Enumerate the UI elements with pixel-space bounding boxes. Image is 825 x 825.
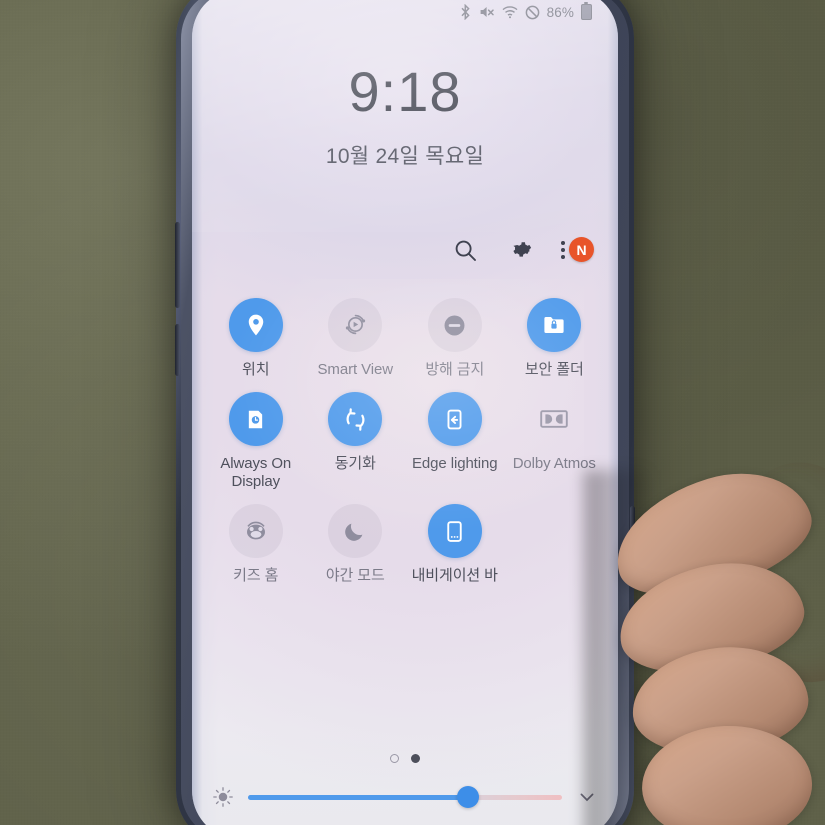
night-mode-icon (328, 504, 383, 559)
toggle-label: 내비게이션 바 (411, 567, 498, 585)
mute-icon (479, 4, 495, 20)
kebab-dots (561, 240, 565, 260)
dolby-atmos-icon (527, 392, 581, 446)
toggle-edge-lighting[interactable]: Edge lighting (405, 392, 505, 490)
toggle-kids-home[interactable]: 키즈 홈 (206, 504, 306, 584)
secure-folder-icon (527, 298, 582, 352)
toggle-navigation-bar[interactable]: 내비게이션 바 (405, 504, 505, 584)
toggle-label: 보안 폴더 (524, 361, 584, 378)
search-icon[interactable] (450, 235, 480, 265)
page-indicator (192, 754, 618, 763)
do-not-disturb-icon (525, 5, 540, 20)
toggle-label: 동기화 (334, 455, 376, 473)
toggle-do-not-disturb[interactable]: 방해 금지 (405, 298, 505, 378)
status-bar: 86% (192, 0, 618, 24)
kids-home-icon (228, 504, 283, 559)
power-button[interactable] (630, 506, 635, 584)
battery-percent-label: 86% (546, 4, 574, 20)
toggle-label: Edge lighting (412, 455, 498, 473)
toggle-dolby-atmos[interactable]: Dolby Atmos (505, 392, 605, 490)
toggle-location[interactable]: 위치 (206, 298, 306, 378)
battery-icon (581, 1, 592, 20)
screen-edge-highlight-right (592, 0, 618, 825)
wifi-icon (502, 5, 518, 19)
toggle-empty-slot (505, 504, 605, 584)
toggle-label: Always On Display (220, 455, 292, 490)
toggle-label: 야간 모드 (325, 567, 385, 585)
toggle-smart-view[interactable]: Smart View (306, 298, 406, 378)
status-badge: N (569, 237, 594, 262)
navigation-bar-icon (427, 504, 482, 559)
screen-edge-highlight-left (192, 0, 218, 825)
toggle-always-on-display[interactable]: Always On Display (206, 392, 306, 490)
quick-settings-actions: N (450, 235, 594, 265)
brightness-fill (248, 794, 468, 800)
brightness-slider[interactable] (248, 786, 562, 808)
quick-settings-grid: 위치 Smart View 방해 금지 보안 폴더 Always On Disp… (206, 298, 604, 585)
location-pin-icon (228, 298, 283, 352)
toggle-label: 방해 금지 (425, 361, 485, 378)
brightness-row (192, 778, 618, 816)
photo-scene: 86% 9:18 10월 24일 목요일 N 위치 Smart View 방해 … (0, 0, 825, 825)
toggle-label: Dolby Atmos (512, 455, 596, 473)
edge-lighting-icon (427, 392, 482, 447)
page-dot-1[interactable] (390, 754, 399, 763)
smart-view-icon (328, 298, 383, 352)
more-menu-icon[interactable]: N (560, 235, 594, 265)
volume-up-button[interactable] (175, 222, 180, 308)
gear-icon[interactable] (505, 235, 535, 265)
bixby-button[interactable] (175, 324, 180, 376)
toggle-label: Smart View (317, 361, 394, 378)
bluetooth-icon (459, 4, 472, 20)
phone-screen[interactable]: 86% 9:18 10월 24일 목요일 N 위치 Smart View 방해 … (192, 0, 618, 825)
toggle-label: 키즈 홈 (233, 567, 279, 585)
sync-icon (328, 392, 383, 447)
page-dot-2[interactable] (411, 754, 420, 763)
always-on-display-icon (228, 392, 283, 447)
toggle-night-mode[interactable]: 야간 모드 (306, 504, 406, 584)
clock-time: 9:18 (348, 60, 462, 123)
toggle-label: 위치 (242, 361, 270, 378)
clock-date: 10월 24일 목요일 (325, 145, 485, 168)
toggle-secure-folder[interactable]: 보안 폴더 (505, 298, 605, 378)
toggle-sync[interactable]: 동기화 (306, 392, 406, 490)
do-not-disturb-icon (427, 298, 482, 352)
brightness-knob[interactable] (456, 786, 479, 808)
